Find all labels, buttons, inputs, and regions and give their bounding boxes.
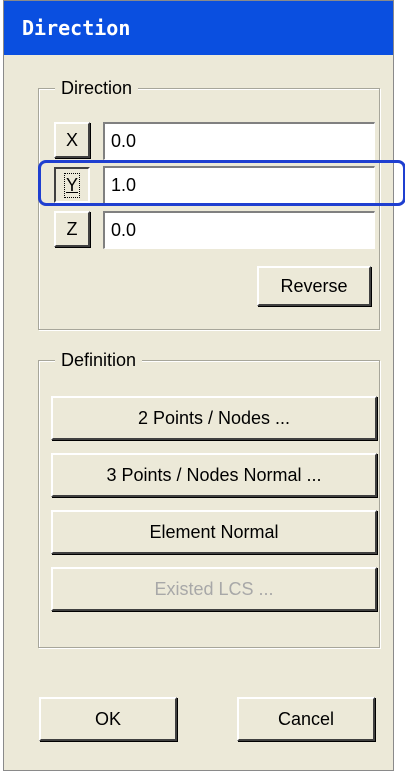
cancel-button[interactable]: Cancel — [237, 697, 375, 741]
x-value-field[interactable]: 0.0 — [103, 122, 375, 160]
direction-group-title: Direction — [55, 76, 139, 100]
existed-lcs-button: Existed LCS ... — [51, 567, 377, 611]
ok-button[interactable]: OK — [39, 697, 177, 741]
x-axis-button[interactable]: X — [54, 122, 90, 158]
direction-dialog: Direction Direction X 0.0 Y 1.0 Z 0.0 Re… — [3, 0, 394, 771]
element-normal-button[interactable]: Element Normal — [51, 510, 377, 554]
x-axis-label: X — [65, 129, 78, 150]
three-points-nodes-normal-button[interactable]: 3 Points / Nodes Normal ... — [51, 453, 377, 497]
z-value-field[interactable]: 0.0 — [103, 211, 375, 249]
definition-group-title: Definition — [55, 348, 143, 372]
y-row-highlight — [38, 160, 405, 206]
window-title: Direction — [4, 1, 393, 55]
z-axis-label: Z — [66, 218, 78, 239]
z-axis-button[interactable]: Z — [54, 211, 90, 247]
two-points-nodes-button[interactable]: 2 Points / Nodes ... — [51, 396, 377, 440]
reverse-button[interactable]: Reverse — [257, 266, 371, 306]
